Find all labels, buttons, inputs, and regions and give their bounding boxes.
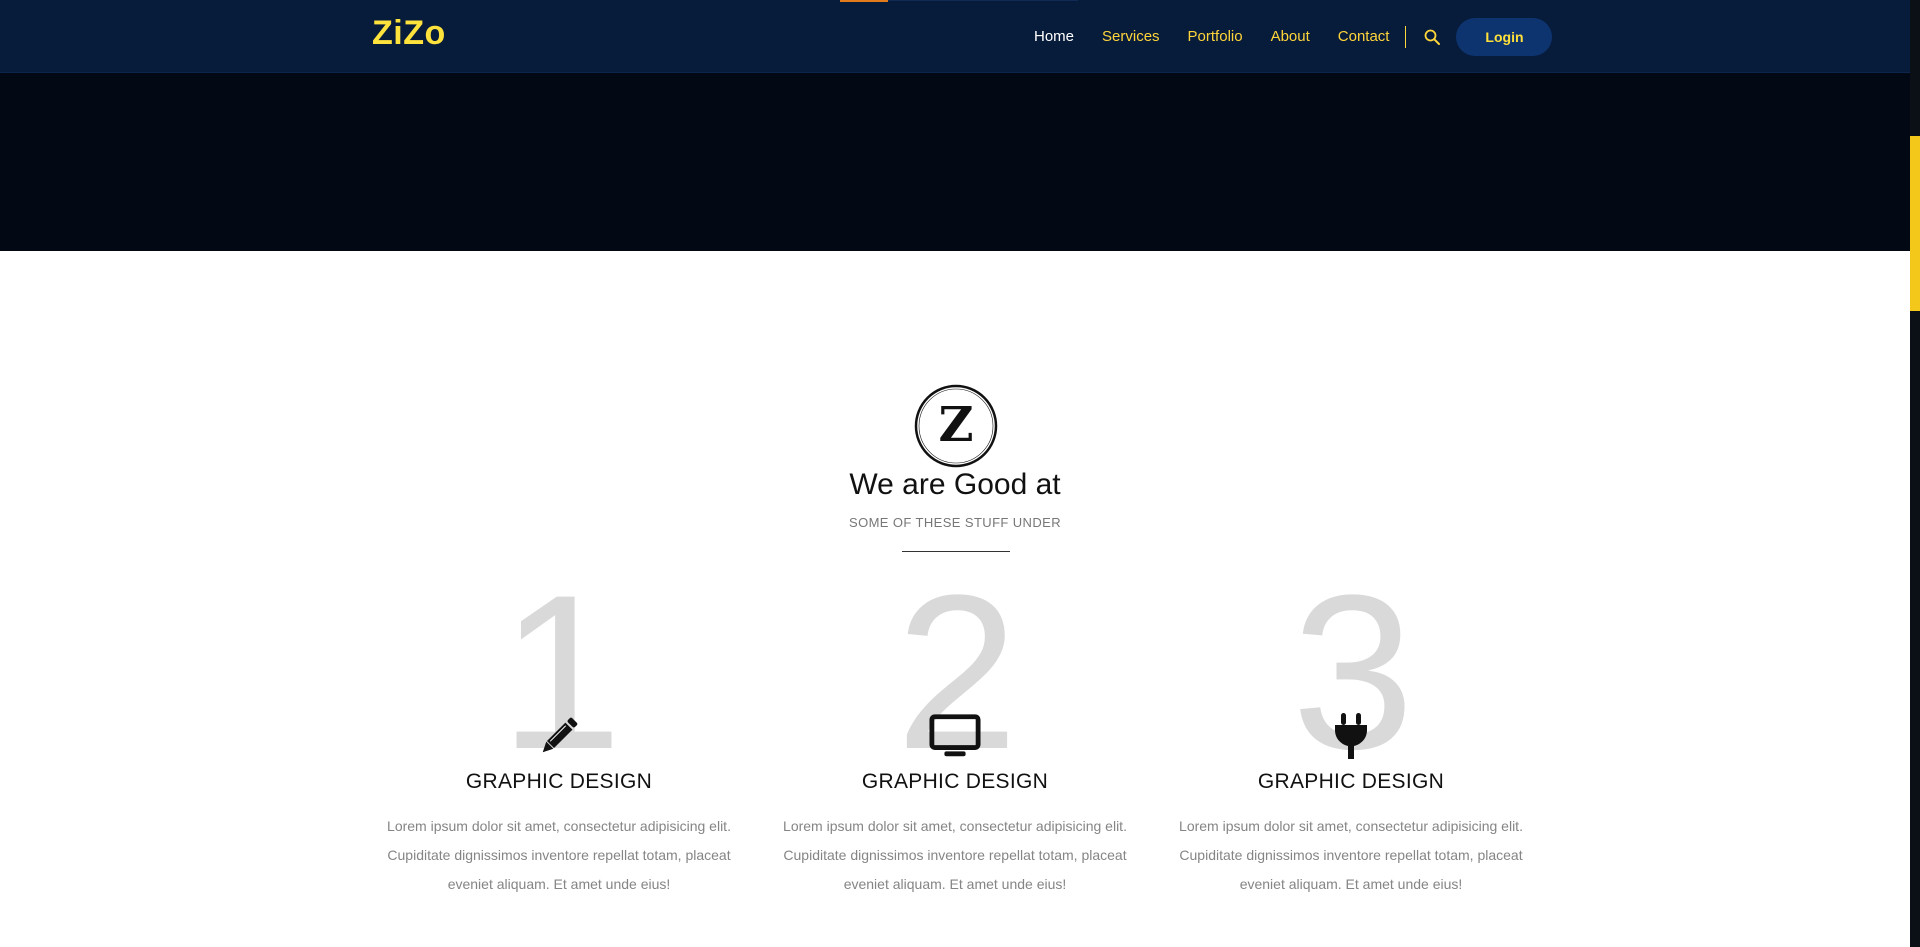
plug-icon (1325, 710, 1377, 762)
login-button[interactable]: Login (1456, 17, 1553, 56)
main-nav: Home Services Portfolio About Contact Lo… (1020, 0, 1553, 73)
page: ZiZo Home Services Portfolio About Conta… (0, 0, 1920, 947)
nav-item-services[interactable]: Services (1102, 28, 1160, 45)
section-title: We are Good at (849, 468, 1061, 501)
monitor-icon (929, 710, 981, 762)
z-logo-letter: Z (938, 397, 973, 453)
service-title: GRAPHIC DESIGN (465, 770, 653, 793)
service-card: 3 GRAPHIC DESIGN Lorem ipsum dolor sit a… (1166, 562, 1536, 910)
search-icon[interactable] (1422, 27, 1442, 47)
nav-item-portfolio[interactable]: Portfolio (1188, 28, 1243, 45)
z-logo-emblem: Z (913, 383, 999, 469)
service-description: Lorem ipsum dolor sit amet, consectetur … (1179, 818, 1523, 892)
service-card: 2 GRAPHIC DESIGN Lorem ipsum dolor sit a… (770, 562, 1140, 910)
pencil-icon (533, 710, 585, 762)
service-description: Lorem ipsum dolor sit amet, consectetur … (783, 818, 1127, 892)
nav-item-contact[interactable]: Contact (1338, 28, 1390, 45)
hero-band (0, 73, 1910, 251)
nav-item-about[interactable]: About (1271, 28, 1310, 45)
service-description: Lorem ipsum dolor sit amet, consectetur … (387, 818, 731, 892)
scrollbar-thumb[interactable] (1910, 136, 1920, 311)
service-title: GRAPHIC DESIGN (861, 770, 1049, 793)
service-card: 1 GRAPHIC DESIGN Lorem ipsum dolor sit a… (374, 562, 744, 910)
site-header: ZiZo Home Services Portfolio About Conta… (0, 0, 1910, 73)
top-progress-indicator (840, 0, 888, 2)
section-subtitle: SOME OF THESE STUFF UNDER (849, 515, 1061, 530)
nav-item-home[interactable]: Home (1034, 28, 1074, 45)
nav-divider (1405, 25, 1407, 48)
site-logo[interactable]: ZiZo (372, 14, 446, 53)
service-title: GRAPHIC DESIGN (1257, 770, 1445, 793)
